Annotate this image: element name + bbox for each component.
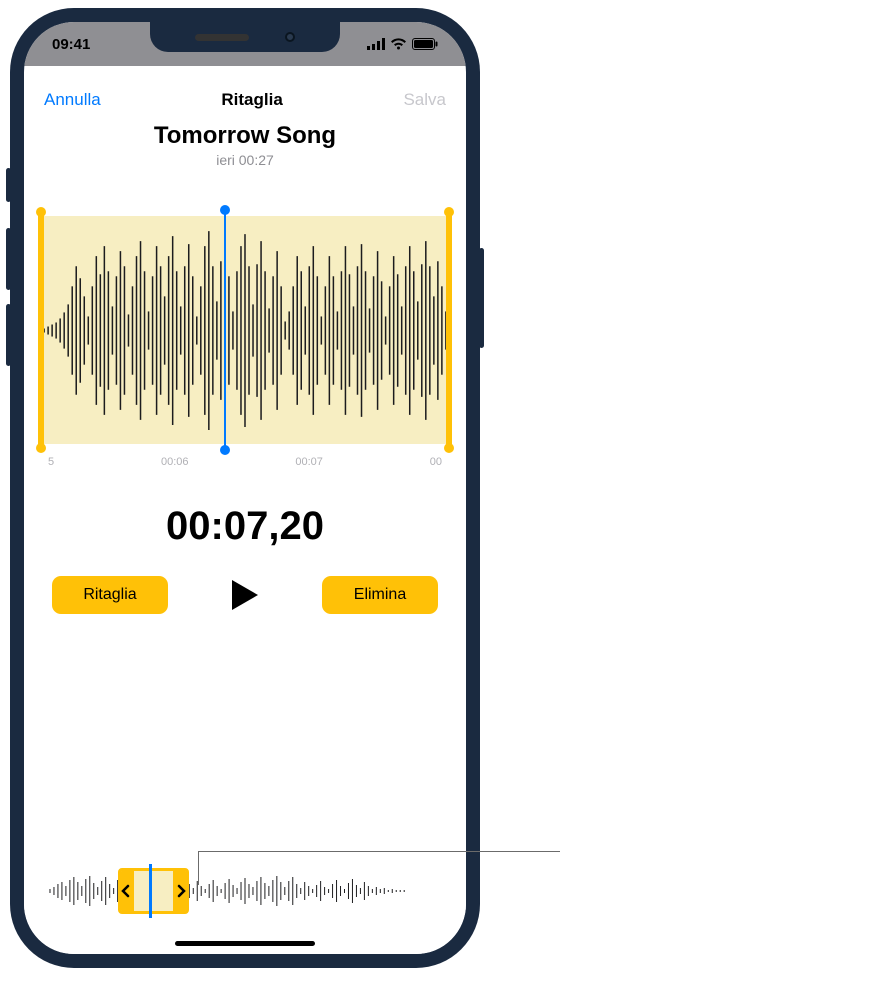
wifi-icon (390, 38, 407, 50)
time-ticks: 5 00:06 00:07 00 (24, 456, 466, 468)
nav-bar: Annulla Ritaglia Salva (24, 74, 466, 118)
chevron-right-icon (177, 884, 186, 898)
status-time: 09:41 (52, 36, 90, 53)
tick: 00:07 (295, 456, 323, 468)
chevron-left-icon (121, 884, 130, 898)
trim-handle-right[interactable] (446, 212, 452, 448)
tick: 00 (430, 456, 442, 468)
side-button (6, 168, 11, 202)
controls-row: Ritaglia Elimina (24, 549, 466, 617)
recording-header: Tomorrow Song ieri 00:27 (24, 118, 466, 168)
status-icons (367, 38, 438, 50)
tick: 5 (48, 456, 54, 468)
recording-subtitle: ieri 00:27 (24, 152, 466, 168)
notch (150, 22, 340, 52)
play-icon (230, 578, 260, 612)
volume-up-button (6, 228, 11, 290)
edit-card: Annulla Ritaglia Salva Tomorrow Song ier… (24, 74, 466, 954)
delete-button[interactable]: Elimina (322, 576, 438, 614)
current-time: 00:07,20 (24, 504, 466, 549)
playhead[interactable] (224, 210, 226, 450)
callout-line (198, 851, 560, 852)
battery-icon (412, 38, 438, 50)
phone-frame: 09:41 Annulla Ritaglia Salva Tomorrow So… (10, 8, 480, 968)
recording-title: Tomorrow Song (24, 122, 466, 150)
trim-button[interactable]: Ritaglia (52, 576, 168, 614)
overview-waveform (46, 872, 444, 910)
cellular-icon (367, 38, 385, 50)
overview-handle-left[interactable] (118, 871, 134, 911)
nav-title: Ritaglia (221, 90, 282, 110)
overview-selection[interactable] (118, 868, 190, 914)
waveform (24, 216, 466, 445)
overview-handle-right[interactable] (173, 871, 189, 911)
cancel-button[interactable]: Annulla (44, 90, 101, 110)
play-button[interactable] (223, 573, 267, 617)
home-indicator[interactable] (175, 941, 315, 946)
screen: 09:41 Annulla Ritaglia Salva Tomorrow So… (24, 22, 466, 954)
power-button (479, 248, 484, 348)
tick: 00:06 (161, 456, 189, 468)
save-button[interactable]: Salva (403, 90, 446, 110)
waveform-area[interactable]: 5 00:06 00:07 00 (24, 208, 466, 468)
overview-playhead[interactable] (149, 864, 152, 918)
volume-down-button (6, 304, 11, 366)
overview-track[interactable] (46, 862, 444, 920)
trim-handle-left[interactable] (38, 212, 44, 448)
